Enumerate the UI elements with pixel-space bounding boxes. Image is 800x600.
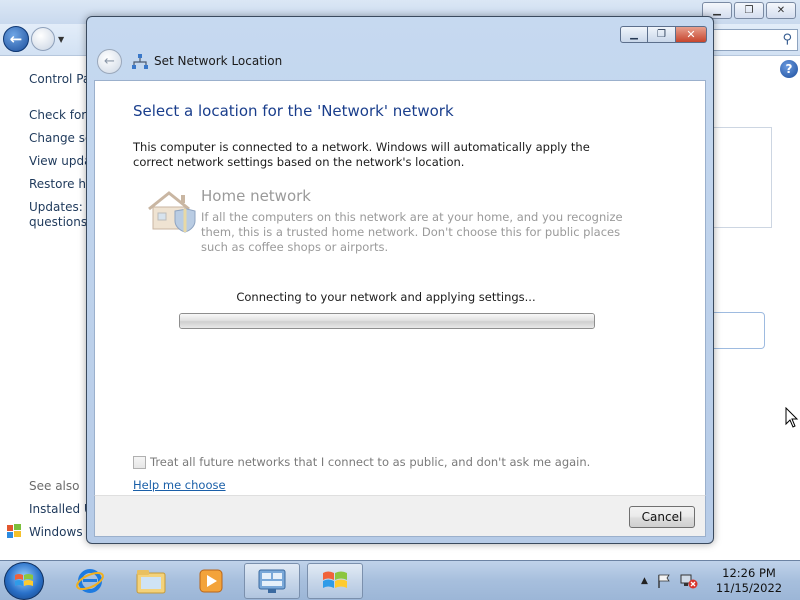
home-network-title: Home network (201, 187, 311, 205)
sidebar-link-control-panel[interactable]: Control Pa (29, 72, 90, 86)
install-updates-button[interactable] (712, 312, 765, 349)
treat-public-checkbox[interactable] (133, 456, 146, 469)
clock-time: 12:26 PM (722, 566, 776, 580)
search-input[interactable]: ⚲ (712, 29, 798, 51)
progress-bar (179, 313, 595, 329)
show-hidden-icons-icon[interactable]: ▲ (641, 576, 648, 586)
taskbar: ▲ 12:26 PM 11/15/2022 (0, 560, 800, 600)
description-text: This computer is connected to a network.… (133, 140, 590, 169)
action-center-flag-icon[interactable] (656, 573, 672, 589)
history-dropdown-icon[interactable]: ▼ (58, 35, 64, 44)
page-heading: Select a location for the 'Network' netw… (133, 102, 454, 120)
forward-button[interactable] (31, 27, 55, 51)
internet-explorer-icon[interactable] (62, 563, 118, 599)
dialog-header: ← Set Network Location (94, 46, 706, 78)
system-tray: ▲ (641, 573, 698, 589)
set-network-location-dialog: ▁ ❐ ✕ ← Set Network Location Select a lo… (86, 16, 714, 544)
home-network-icon (148, 191, 196, 233)
dialog-minimize-button[interactable]: ▁ (620, 26, 648, 43)
clock-date: 11/15/2022 (715, 581, 783, 595)
progress-bar-fill (180, 314, 594, 328)
dialog-maximize-button[interactable]: ❐ (648, 26, 676, 43)
windows-logo-icon (15, 574, 33, 586)
maximize-button[interactable]: ❐ (734, 2, 764, 19)
back-button[interactable]: ← (3, 26, 29, 52)
dialog-back-button[interactable]: ← (97, 49, 122, 74)
network-status-icon[interactable] (680, 573, 698, 589)
dialog-close-button[interactable]: ✕ (676, 26, 707, 43)
cancel-button[interactable]: Cancel (629, 506, 695, 528)
treat-public-checkbox-label[interactable]: Treat all future networks that I connect… (150, 455, 590, 469)
dialog-body: Select a location for the 'Network' netw… (94, 80, 706, 495)
status-text: Connecting to your network and applying … (236, 290, 536, 304)
media-player-icon[interactable] (183, 563, 239, 599)
windows-update-icon[interactable] (307, 563, 363, 599)
see-also-windows-anytime[interactable]: Windows A (29, 525, 95, 539)
dialog-window-controls: ▁ ❐ ✕ (620, 26, 707, 43)
network-icon (132, 54, 148, 69)
windows-explorer-icon[interactable] (123, 563, 179, 599)
help-me-choose-link[interactable]: Help me choose (133, 478, 226, 492)
sidebar: Control Pa Check for u Change se View up… (0, 56, 100, 560)
dialog-footer: Cancel (94, 495, 706, 537)
sidebar-link-change-settings[interactable]: Change se (29, 131, 92, 145)
home-network-description: If all the computers on this network are… (201, 210, 623, 254)
see-also-label: See also (29, 479, 80, 493)
control-panel-icon[interactable] (244, 563, 300, 599)
help-icon[interactable]: ? (780, 60, 798, 78)
windows-flag-icon (7, 524, 21, 538)
start-button[interactable] (4, 562, 44, 600)
search-icon[interactable]: ⚲ (782, 32, 792, 47)
mouse-cursor-icon (785, 407, 799, 428)
close-button[interactable]: ✕ (766, 2, 796, 19)
dialog-title: Set Network Location (154, 54, 283, 68)
sidebar-link-updates-faq-line2[interactable]: questions (29, 215, 87, 229)
clock[interactable]: 12:26 PM 11/15/2022 (712, 566, 786, 596)
update-status-panel (712, 127, 772, 228)
